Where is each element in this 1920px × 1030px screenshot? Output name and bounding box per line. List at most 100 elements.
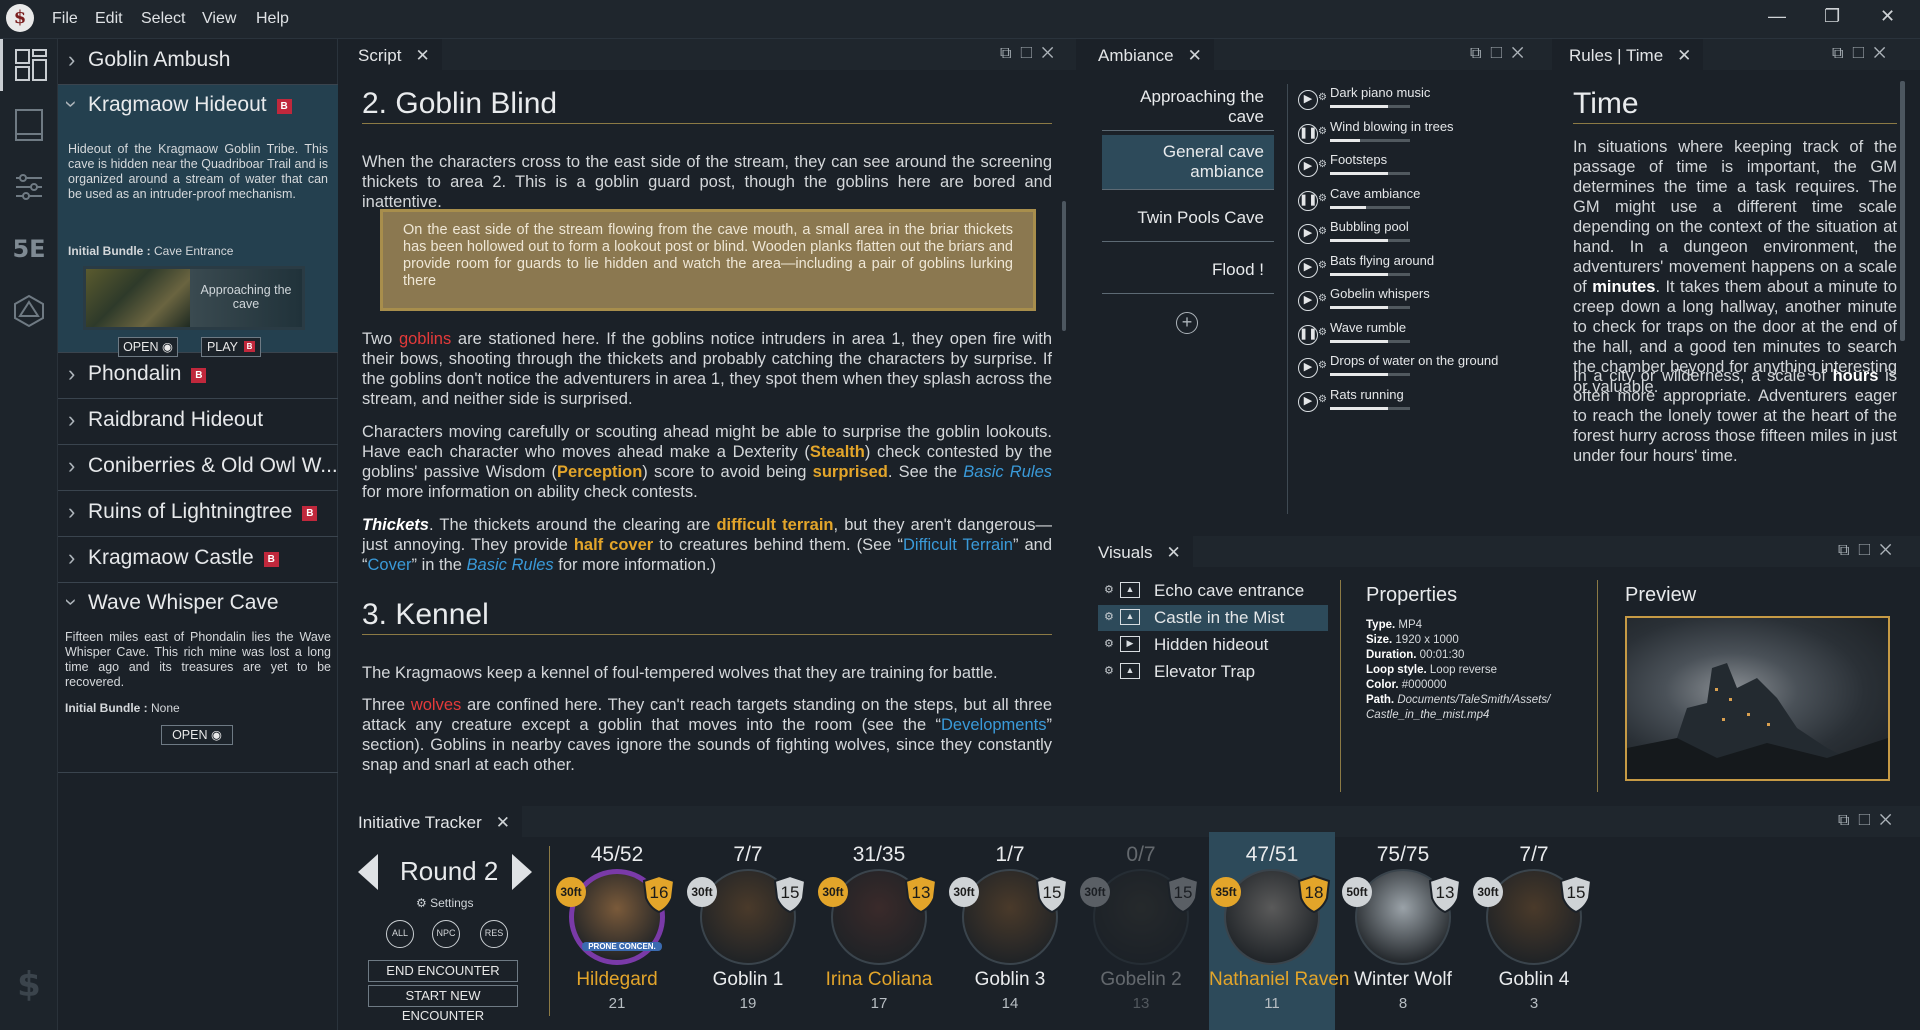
- combatant-card[interactable]: 0/7 30ft 15 Gobelin 2 13: [1078, 832, 1204, 1030]
- start-new-encounter-button[interactable]: START NEW ENCOUNTER: [368, 985, 518, 1023]
- sound-item[interactable]: ▶ ⚙ Gobelin whispers: [1298, 285, 1538, 317]
- bundle-thumbnail[interactable]: Approaching the cave: [83, 266, 305, 330]
- close-icon[interactable]: ✕: [496, 813, 510, 832]
- combatant-card[interactable]: 31/35 30ft 13 Irina Coliana 17: [816, 832, 942, 1030]
- tab-script[interactable]: Script ✕: [346, 39, 442, 70]
- visual-item[interactable]: ⚙ ▲ Castle in the Mist: [1098, 605, 1328, 631]
- tab-visuals[interactable]: Visuals ✕: [1086, 536, 1193, 567]
- sound-item[interactable]: ❚❚ ⚙ Cave ambiance: [1298, 185, 1538, 217]
- adventure-title[interactable]: Kragmaow Hideout B: [88, 93, 292, 117]
- section-link[interactable]: Developments: [941, 716, 1046, 734]
- scene-approaching-the-cave[interactable]: Approaching the cave: [1102, 84, 1274, 131]
- volume-slider[interactable]: [1330, 406, 1410, 410]
- adventure-coniberries[interactable]: › Coniberries & Old Owl W...: [58, 445, 338, 491]
- d20-icon[interactable]: [0, 285, 58, 337]
- panel-controls[interactable]: ⧉☐✕: [1470, 45, 1533, 63]
- adventure-kragmaow-castle[interactable]: › Kragmaow Castle B: [58, 537, 338, 583]
- rule-link[interactable]: half cover: [574, 536, 653, 554]
- settings-button[interactable]: ⚙ Settings: [416, 896, 473, 910]
- minimize-button[interactable]: —: [1768, 6, 1786, 27]
- adventure-phondalin[interactable]: › Phondalin B: [58, 353, 338, 399]
- close-icon[interactable]: ✕: [1677, 46, 1691, 65]
- panel-controls[interactable]: ⧉☐✕: [1000, 45, 1063, 63]
- pause-icon[interactable]: ❚❚: [1298, 190, 1318, 211]
- scene-twin-pools-cave[interactable]: Twin Pools Cave: [1102, 195, 1274, 242]
- sound-item[interactable]: ▶ ⚙ Bats flying around: [1298, 252, 1538, 284]
- gear-icon[interactable]: ⚙: [1318, 126, 1327, 137]
- volume-slider[interactable]: [1330, 205, 1410, 209]
- adventure-title[interactable]: Wave Whisper Cave: [88, 591, 279, 615]
- play-icon[interactable]: ▶: [1298, 224, 1318, 244]
- next-round-button[interactable]: [512, 854, 532, 890]
- chevron-down-icon[interactable]: ›: [59, 100, 85, 107]
- volume-slider[interactable]: [1330, 172, 1410, 175]
- sound-item[interactable]: ▶ ⚙ Dark piano music: [1298, 84, 1538, 116]
- tab-initiative-tracker[interactable]: Initiative Tracker ✕: [346, 806, 523, 837]
- close-icon[interactable]: ✕: [1167, 543, 1181, 562]
- panel-controls[interactable]: ⧉☐✕: [1832, 45, 1895, 63]
- visual-item[interactable]: ⚙ ▲ Elevator Trap: [1098, 659, 1328, 685]
- sound-item[interactable]: ❚❚ ⚙ Wave rumble: [1298, 319, 1538, 351]
- gear-icon[interactable]: ⚙: [1318, 92, 1327, 103]
- play-icon[interactable]: ▶: [1298, 291, 1318, 311]
- scrollbar[interactable]: [1062, 201, 1066, 331]
- volume-slider[interactable]: [1330, 339, 1410, 343]
- sound-item[interactable]: ▶ ⚙ Bubbling pool: [1298, 218, 1538, 250]
- pause-icon[interactable]: ❚❚: [1298, 324, 1318, 345]
- rule-link[interactable]: difficult terrain: [716, 516, 833, 534]
- monster-link[interactable]: wolves: [411, 696, 461, 714]
- skill-link[interactable]: Stealth: [810, 443, 865, 461]
- combatant-card[interactable]: 75/75 50ft 13 Winter Wolf 8: [1340, 832, 1466, 1030]
- rules-link[interactable]: Basic Rules: [467, 556, 554, 574]
- volume-slider[interactable]: [1330, 373, 1410, 376]
- filter-all-icon[interactable]: ALL: [386, 920, 414, 948]
- restore-button[interactable]: ❐: [1824, 6, 1840, 27]
- menu-edit[interactable]: Edit: [95, 10, 123, 28]
- menu-select[interactable]: Select: [141, 10, 185, 28]
- close-window-button[interactable]: ✕: [1880, 6, 1895, 27]
- adventure-ruins-of-lightningtree[interactable]: › Ruins of Lightningtree B: [58, 491, 338, 537]
- volume-slider[interactable]: [1330, 239, 1410, 242]
- gear-icon[interactable]: ⚙: [1318, 193, 1327, 204]
- sound-item[interactable]: ❚❚ ⚙ Wind blowing in trees: [1298, 118, 1538, 150]
- play-icon[interactable]: ▶: [1298, 257, 1318, 278]
- pause-icon[interactable]: ❚❚: [1298, 123, 1318, 144]
- skill-link[interactable]: Perception: [557, 463, 642, 481]
- sound-item[interactable]: ▶ ⚙ Rats running: [1298, 386, 1538, 418]
- filter-res-icon[interactable]: RES: [480, 920, 508, 948]
- preview-image[interactable]: [1625, 616, 1890, 781]
- close-icon[interactable]: ✕: [415, 46, 429, 65]
- volume-slider[interactable]: [1330, 306, 1410, 309]
- monster-link[interactable]: goblins: [399, 330, 451, 348]
- menu-file[interactable]: File: [52, 10, 78, 28]
- gear-icon[interactable]: ⚙: [1318, 360, 1327, 371]
- condition-link[interactable]: surprised: [813, 463, 888, 481]
- scene-flood[interactable]: Flood !: [1102, 247, 1274, 294]
- sound-item[interactable]: ▶ ⚙ Footsteps: [1298, 151, 1538, 183]
- rules-link[interactable]: Basic Rules: [963, 463, 1052, 481]
- volume-slider[interactable]: [1330, 272, 1410, 276]
- gear-icon[interactable]: ⚙: [1318, 159, 1327, 170]
- combatant-card[interactable]: 7/7 30ft 15 Goblin 4 3: [1471, 832, 1597, 1030]
- sound-item[interactable]: ▶ ⚙ Drops of water on the ground: [1298, 352, 1538, 384]
- gear-icon[interactable]: ⚙: [1104, 637, 1114, 650]
- gear-icon[interactable]: ⚙: [1104, 664, 1114, 677]
- book-icon[interactable]: [0, 99, 58, 151]
- sliders-icon[interactable]: [0, 161, 58, 213]
- rules-link[interactable]: Cover: [368, 556, 412, 574]
- visual-item[interactable]: ⚙ ▶ Hidden hideout: [1098, 632, 1328, 658]
- previous-round-button[interactable]: [358, 854, 378, 890]
- end-encounter-button[interactable]: END ENCOUNTER: [368, 960, 518, 982]
- gear-icon[interactable]: ⚙: [1318, 260, 1327, 271]
- filter-npc-icon[interactable]: NPC: [432, 920, 460, 948]
- rules-link[interactable]: Difficult Terrain: [903, 536, 1013, 554]
- volume-slider[interactable]: [1330, 138, 1410, 142]
- tab-rules-time[interactable]: Rules | Time ✕: [1557, 39, 1704, 70]
- play-icon[interactable]: ▶: [1298, 157, 1318, 177]
- gear-icon[interactable]: ⚙: [1104, 583, 1114, 596]
- layout-icon[interactable]: [0, 39, 58, 91]
- combatant-card[interactable]: 7/7 30ft 15 Goblin 1 19: [685, 832, 811, 1030]
- gear-icon[interactable]: ⚙: [1318, 327, 1327, 338]
- combatant-card[interactable]: 45/52 PRONE CONCEN. 30ft 16 Hildegard 21: [554, 832, 680, 1030]
- gear-icon[interactable]: ⚙: [1104, 610, 1114, 623]
